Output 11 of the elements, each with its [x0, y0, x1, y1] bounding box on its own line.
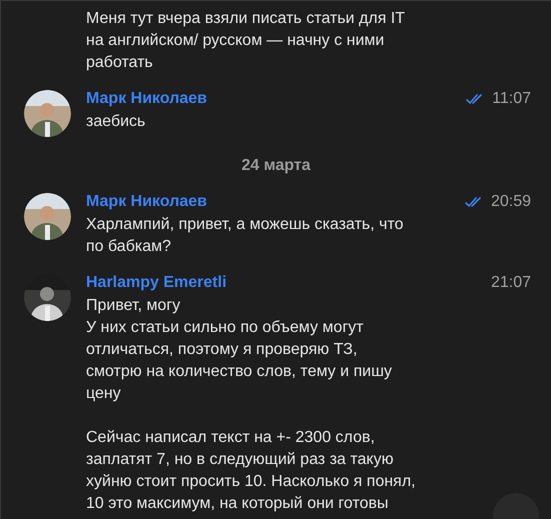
- author-name[interactable]: Марк Николаев: [86, 191, 208, 213]
- message-text: Меня тут вчера взяли писать статьи для IT на английском/ русском — начну с ними работать: [86, 9, 405, 73]
- date-separator: 24 марта: [241, 156, 311, 176]
- message-time: 11:07: [492, 89, 531, 109]
- message-time: 21:07: [490, 273, 531, 293]
- message-text: заебись: [86, 112, 146, 132]
- message-text: Харлампий, привет, а можешь сказать, что по бабкам?: [86, 215, 404, 257]
- message-text: Привет, могу У них статьи сильно по объему могут отличаться, поэтому я проверяю ТЗ, смотрю на количество слов, тему и пишу цену Сейчас написал текст на +- 2300 слов, заплатят 7, но в следующий раз за такую хуйню стоит просить 10. Насколько я понял, 10 это максимум, на который они готовы: [86, 296, 416, 514]
- author-name[interactable]: Марк Николаев: [86, 88, 208, 110]
- author-name[interactable]: Harlampy Emeretli: [86, 272, 227, 294]
- message-time: 20:59: [490, 192, 531, 212]
